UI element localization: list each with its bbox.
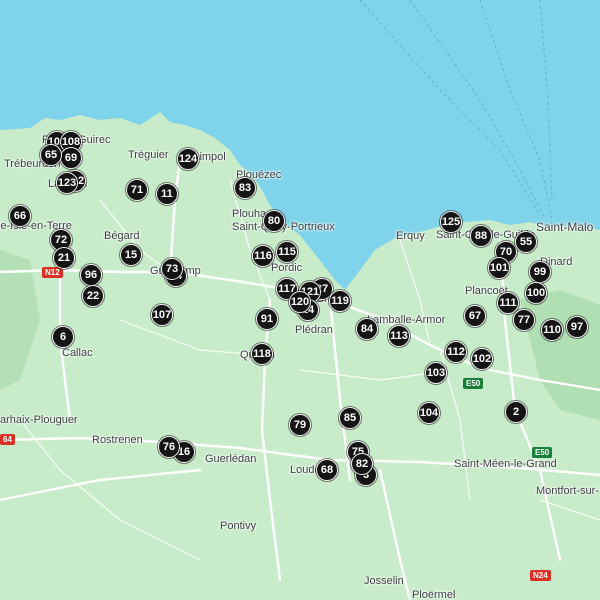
road-badge-n12: N12 — [42, 267, 63, 278]
map-marker[interactable]: 123 — [56, 172, 78, 194]
place-pledran: Plédran — [295, 324, 333, 336]
map-marker[interactable]: 2 — [505, 401, 527, 423]
map-marker[interactable]: 77 — [513, 309, 535, 331]
place-saint-malo: Saint-Malo — [536, 220, 594, 234]
map-marker[interactable]: 101 — [488, 257, 510, 279]
map-marker[interactable]: 96 — [80, 264, 102, 286]
place-pordic: Pordic — [271, 262, 303, 274]
road-badge-164: 64 — [0, 434, 15, 445]
map-marker[interactable]: 104 — [418, 402, 440, 424]
place-plouha: Plouha — [232, 208, 267, 220]
map-marker[interactable]: 67 — [464, 305, 486, 327]
map-marker[interactable]: 55 — [515, 231, 537, 253]
place-treguier: Tréguier — [128, 149, 169, 161]
map-marker[interactable]: 79 — [289, 414, 311, 436]
map-marker[interactable]: 80 — [263, 210, 285, 232]
map-marker[interactable]: 99 — [529, 261, 551, 283]
place-lamballe: Lamballe-Armor — [367, 314, 446, 326]
map-marker[interactable]: 115 — [276, 241, 298, 263]
map-marker[interactable]: 15 — [120, 244, 142, 266]
map-marker[interactable]: 107 — [151, 304, 173, 326]
map-marker[interactable]: 76 — [158, 436, 180, 458]
map-marker[interactable]: 116 — [252, 245, 274, 267]
map-marker[interactable]: 69 — [60, 147, 82, 169]
map-marker[interactable]: 103 — [425, 362, 447, 384]
place-pontivy: Pontivy — [220, 520, 257, 532]
place-montfort: Montfort-sur-Meu — [536, 485, 600, 497]
map-marker[interactable]: 21 — [53, 247, 75, 269]
map-marker[interactable]: 100 — [525, 282, 547, 304]
place-callac: Callac — [62, 347, 93, 359]
map-marker[interactable]: 88 — [470, 225, 492, 247]
place-carhaix: Carhaix-Plouguer — [0, 414, 78, 426]
map-marker[interactable]: 71 — [126, 179, 148, 201]
map-marker[interactable]: 83 — [234, 177, 256, 199]
map-marker[interactable]: 113 — [388, 325, 410, 347]
map-marker[interactable]: 68 — [316, 459, 338, 481]
map-marker[interactable]: 112 — [445, 341, 467, 363]
map-marker[interactable]: 102 — [471, 348, 493, 370]
place-erquy: Erquy — [396, 230, 425, 242]
map-marker[interactable]: 118 — [251, 343, 273, 365]
map-marker[interactable]: 84 — [356, 318, 378, 340]
place-ploermel: Ploërmel — [412, 589, 456, 600]
map-marker[interactable]: 119 — [329, 290, 351, 312]
place-begard: Bégard — [104, 230, 140, 242]
map-canvas[interactable]: Perros-Guirec Trébeurden Tréguier Paimpo… — [0, 0, 600, 600]
map-marker[interactable]: 65 — [40, 144, 62, 166]
place-saint-meen: Saint-Méen-le-Grand — [454, 458, 557, 470]
map-marker[interactable]: 22 — [82, 285, 104, 307]
road-badge-e50: E50 — [463, 378, 484, 389]
map-marker[interactable]: 91 — [256, 308, 278, 330]
map-marker[interactable]: 110 — [541, 319, 563, 341]
map-marker[interactable]: 97 — [566, 316, 588, 338]
map-marker[interactable]: 125 — [440, 211, 462, 233]
map-marker[interactable]: 11 — [156, 183, 178, 205]
map-marker[interactable]: 82 — [351, 453, 373, 475]
map-marker[interactable]: 124 — [177, 148, 199, 170]
map-marker[interactable]: 85 — [339, 407, 361, 429]
map-marker[interactable]: 111 — [497, 292, 519, 314]
map-marker[interactable]: 66 — [9, 205, 31, 227]
map-marker[interactable]: 6 — [52, 326, 74, 348]
map-marker[interactable]: 73 — [161, 258, 183, 280]
place-guerledan: Guerlédan — [205, 453, 257, 465]
place-rostrenen: Rostrenen — [92, 434, 143, 446]
place-josselin: Josselin — [364, 575, 404, 587]
map-marker[interactable]: 120 — [289, 291, 311, 313]
road-badge-e50: E50 — [532, 447, 553, 458]
road-badge-n24: N24 — [530, 570, 551, 581]
